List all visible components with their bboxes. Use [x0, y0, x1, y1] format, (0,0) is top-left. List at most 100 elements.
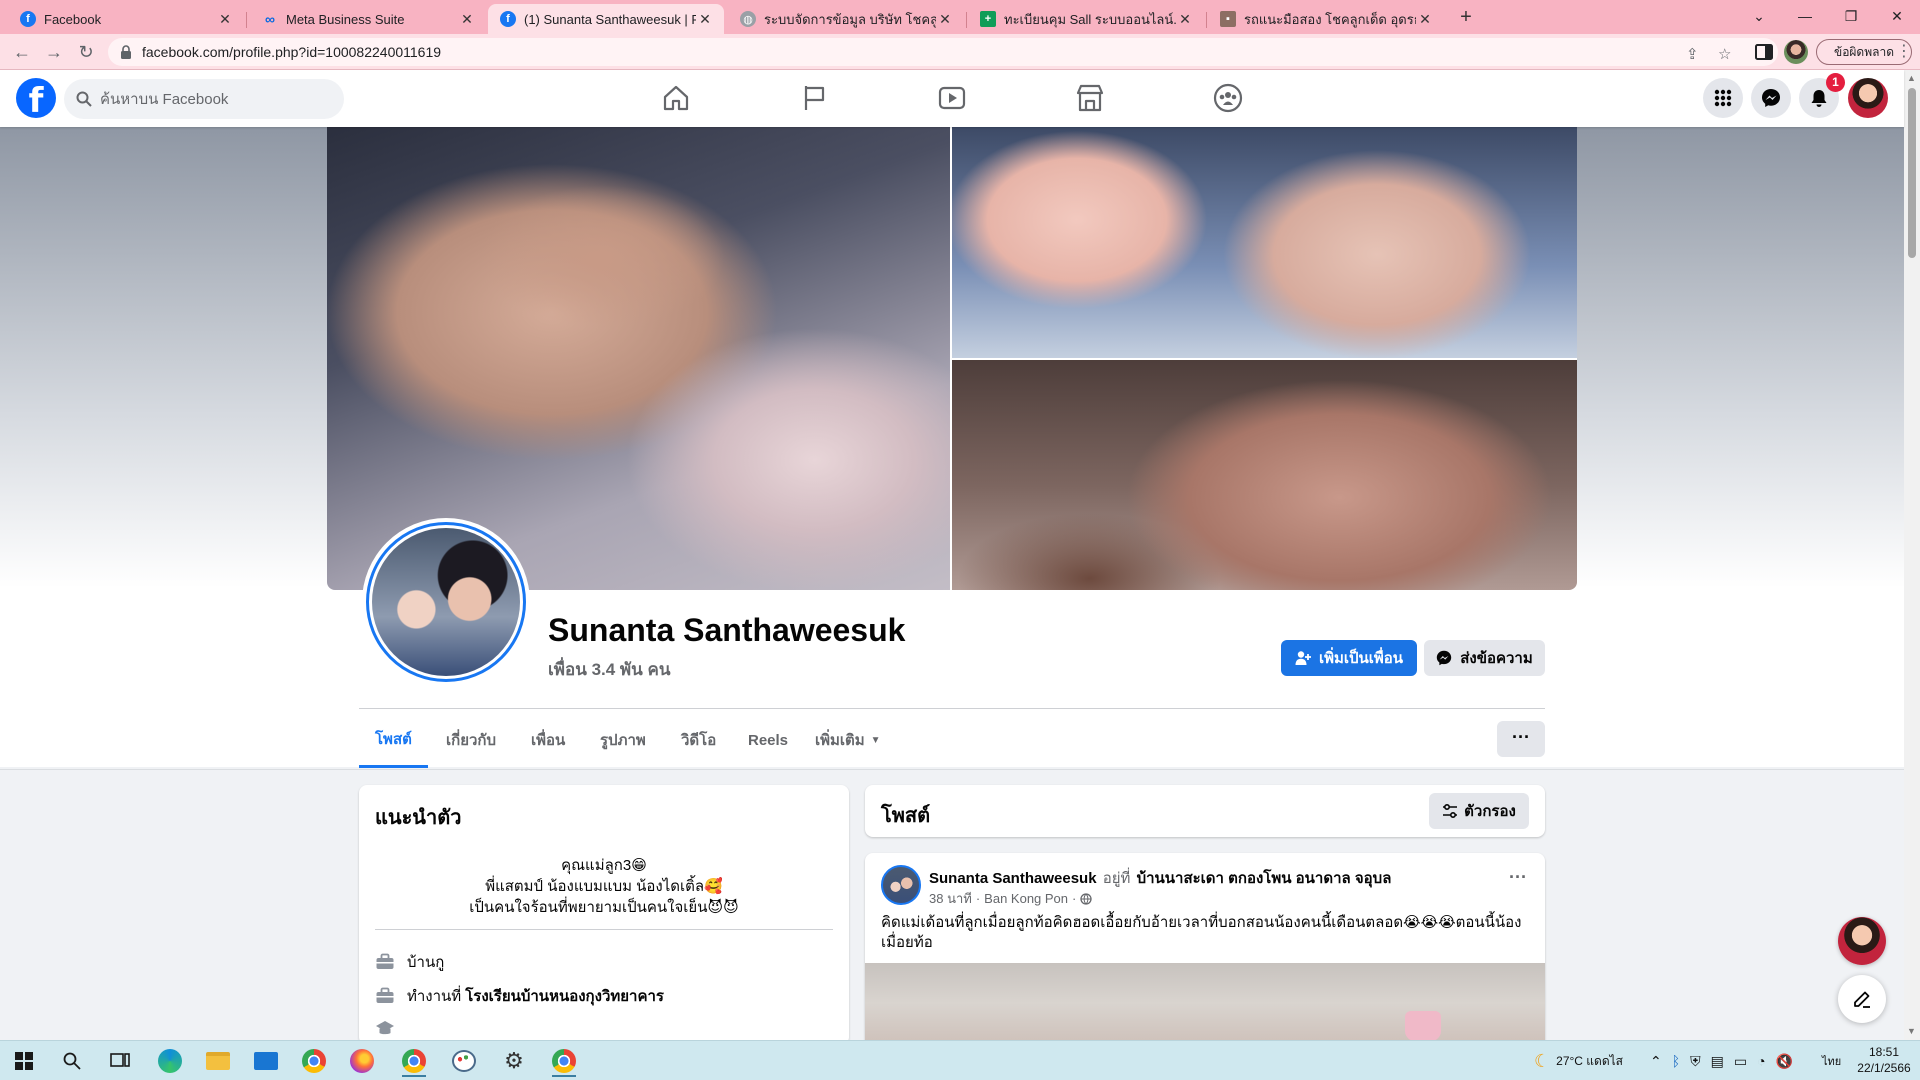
browser-tab-used-cars[interactable]: ▪ รถแนะมือสอง โชคลูกเด็ด อุดรธานี ✕ [1208, 4, 1444, 34]
scroll-down-icon[interactable]: ▼ [1907, 1026, 1916, 1036]
wifi-icon[interactable]: ◔ [1757, 1053, 1765, 1069]
tab-search-icon[interactable]: ⌄ [1736, 0, 1782, 34]
browser-tab-meta-business-suite[interactable]: ∞ Meta Business Suite ✕ [250, 4, 486, 34]
new-tab-button[interactable]: + [1453, 4, 1479, 30]
chrome-profile-icon[interactable] [394, 1045, 434, 1077]
facebook-icon: f [500, 11, 516, 27]
bookmark-star-icon[interactable]: ☆ [1718, 45, 1731, 63]
taskbar-search-icon[interactable] [52, 1045, 92, 1077]
tab-reels[interactable]: Reels [732, 712, 804, 768]
post-time[interactable]: 38 นาที [929, 888, 972, 909]
send-message-button[interactable]: ส่งข้อความ [1424, 640, 1545, 676]
account-avatar[interactable] [1848, 78, 1888, 118]
close-icon[interactable]: ✕ [696, 11, 714, 28]
search-input[interactable] [100, 90, 320, 108]
network-icon[interactable]: ▤ [1711, 1053, 1724, 1070]
messenger-button[interactable] [1751, 78, 1791, 118]
share-icon[interactable]: ⇪ [1686, 45, 1699, 63]
browser-tab-spreadsheet[interactable]: + ทะเบียนคุม Sall ระบบออนไลน์.xlsx - G ✕ [968, 4, 1204, 34]
firefox-icon[interactable] [342, 1045, 382, 1077]
reload-icon[interactable]: ↻ [72, 38, 100, 66]
watch-video-icon[interactable] [936, 82, 968, 114]
profile-more-options-button[interactable]: ··· [1497, 721, 1545, 757]
facebook-logo-icon[interactable]: f [16, 78, 56, 118]
lock-icon [121, 45, 131, 59]
chrome-icon[interactable] [294, 1045, 334, 1077]
display-icon[interactable]: ▭ [1734, 1053, 1747, 1070]
taskbar-clock[interactable]: 18:51 22/1/2566 [1856, 1044, 1912, 1076]
filter-button[interactable]: ตัวกรอง [1429, 793, 1529, 829]
tab-videos[interactable]: วิดีโอ [665, 712, 732, 768]
workplace-link[interactable]: โรงเรียนบ้านหนองกุงวิทยาคาร [465, 984, 664, 1008]
pages-flag-icon[interactable] [798, 82, 830, 114]
new-message-button[interactable] [1838, 975, 1886, 1023]
side-panel-icon[interactable] [1752, 40, 1776, 64]
address-bar[interactable]: facebook.com/profile.php?id=100082240011… [108, 38, 1778, 66]
groups-icon[interactable] [1212, 82, 1244, 114]
task-view-icon[interactable] [100, 1045, 140, 1077]
notification-badge: 1 [1826, 73, 1845, 92]
menu-grid-button[interactable] [1703, 78, 1743, 118]
chrome-menu-icon[interactable]: ⋮ [1890, 38, 1918, 66]
minimize-icon[interactable]: — [1782, 0, 1828, 34]
tab-title: Facebook [44, 11, 102, 27]
cover-photo[interactable] [327, 127, 1577, 590]
browser-tab-facebook[interactable]: f Facebook ✕ [8, 4, 244, 34]
tab-more[interactable]: เพิ่มเติม ▼ [799, 712, 897, 768]
post-meta: 38 นาที · Ban Kong Pon · [929, 888, 1093, 909]
photo-detail [1405, 1011, 1441, 1041]
browser-tab-profile[interactable]: f (1) Sunanta Santhaweesuk | Facel ✕ [488, 4, 724, 34]
close-icon[interactable]: ✕ [1176, 11, 1194, 28]
search-icon [76, 91, 92, 107]
bluetooth-icon[interactable]: ᛒ [1672, 1053, 1680, 1069]
chrome-profile-icon[interactable] [544, 1045, 584, 1077]
windows-start-icon[interactable] [4, 1045, 44, 1077]
scroll-up-icon[interactable]: ▲ [1907, 73, 1916, 83]
tab-about[interactable]: เกี่ยวกับ [430, 712, 512, 768]
bio-line: เป็นคนใจร้อนที่พยายามเป็นคนใจเย็น😈😈 [469, 899, 739, 916]
volume-muted-icon[interactable]: 🔇 [1776, 1053, 1793, 1070]
post-author-name[interactable]: Sunanta Santhaweesuk [929, 870, 1097, 887]
scrollbar-thumb[interactable] [1908, 88, 1916, 258]
intro-card: แนะนำตัว คุณแม่ลูก3😁 พี่แสตมป์ น้องแบมแบ… [359, 785, 849, 1045]
tray-expand-icon[interactable]: ⌃ [1650, 1053, 1662, 1070]
tab-posts[interactable]: โพสต์ [359, 712, 428, 768]
post-location[interactable]: Ban Kong Pon [984, 891, 1068, 906]
tab-friends[interactable]: เพื่อน [515, 712, 581, 768]
weather-widget[interactable]: ☾ 27°C แดดไส [1534, 1041, 1623, 1080]
input-language[interactable]: ไทย [1822, 1041, 1841, 1080]
post-options-icon[interactable]: ··· [1509, 867, 1527, 888]
close-icon[interactable]: ✕ [1416, 11, 1434, 28]
intro-divider [375, 929, 833, 930]
tab-photos[interactable]: รูปภาพ [584, 712, 662, 768]
back-icon[interactable]: ← [8, 38, 36, 66]
send-message-label: ส่งข้อความ [1460, 650, 1533, 667]
add-friend-icon [1295, 651, 1311, 665]
browser-tab-management-system[interactable]: ◍ ระบบจัดการข้อมูล บริษัท โชคลูกเด็ด จ ✕ [728, 4, 964, 34]
paint-app-icon[interactable] [444, 1045, 484, 1077]
profile-picture[interactable] [362, 518, 530, 686]
marketplace-icon[interactable] [1074, 82, 1106, 114]
security-icon[interactable]: ⛨ [1690, 1053, 1701, 1070]
facebook-search[interactable] [64, 79, 344, 119]
file-explorer-icon[interactable] [198, 1045, 238, 1077]
forward-icon[interactable]: → [40, 38, 68, 66]
page-scrollbar[interactable]: ▲ ▼ [1904, 70, 1920, 1040]
chrome-profile-avatar[interactable] [1784, 40, 1808, 64]
close-icon[interactable]: ✕ [216, 11, 234, 28]
chat-contact-avatar[interactable] [1838, 917, 1886, 965]
close-icon[interactable]: ✕ [458, 11, 476, 28]
restore-icon[interactable]: ❐ [1828, 0, 1874, 34]
post-location-link[interactable]: บ้านนาสะเดา ตกองโพน อนาดาล จอุบล [1137, 870, 1392, 887]
posts-header-card: โพสต์ ตัวกรอง [865, 785, 1545, 837]
close-icon[interactable]: ✕ [936, 11, 954, 28]
post-author-avatar[interactable] [881, 865, 921, 905]
add-friend-button[interactable]: เพิ่มเป็นเพื่อน [1281, 640, 1417, 676]
friends-count[interactable]: เพื่อน 3.4 พัน คน [548, 656, 670, 683]
bio-line: คุณแม่ลูก3😁 [561, 857, 647, 874]
home-icon[interactable] [660, 82, 692, 114]
settings-gear-icon[interactable]: ⚙ [494, 1045, 534, 1077]
window-close-icon[interactable]: ✕ [1874, 0, 1920, 34]
edge-browser-icon[interactable] [150, 1045, 190, 1077]
mail-icon[interactable] [246, 1045, 286, 1077]
